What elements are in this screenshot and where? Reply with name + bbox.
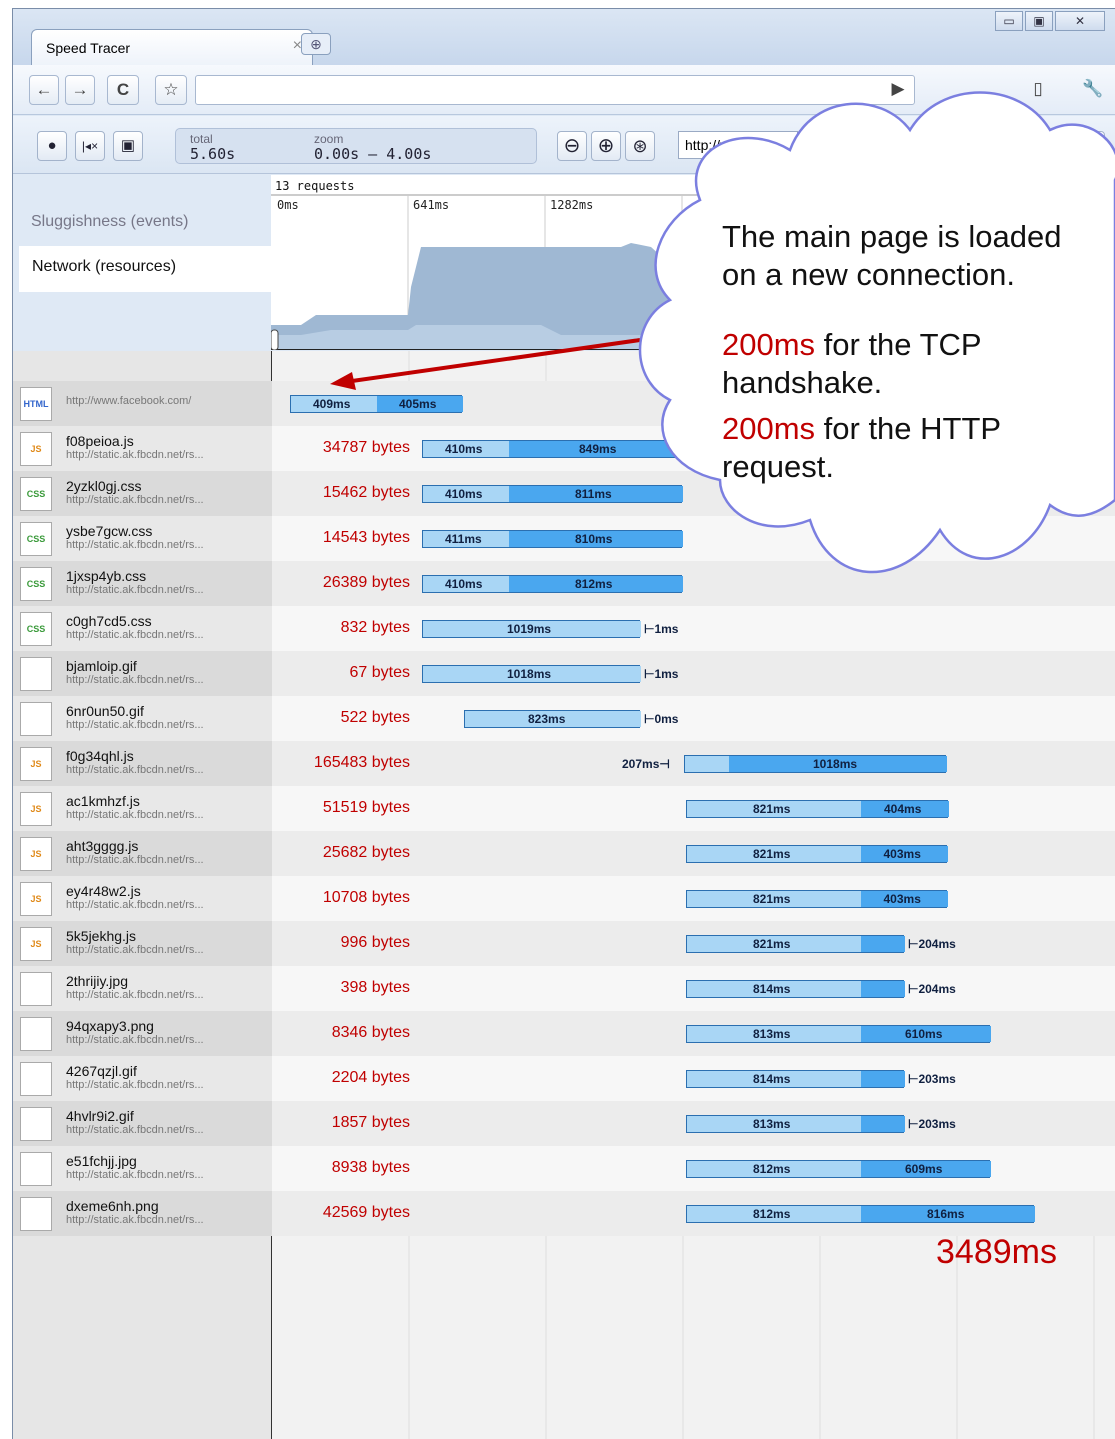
cloud-red-tcp: 200ms	[722, 327, 816, 362]
cloud-tcp-text: for the TCP	[815, 327, 982, 362]
cloud-line-1: The main page is loaded	[722, 219, 1062, 254]
cloud-line-2: on a new connection.	[722, 257, 1015, 292]
cloud-http-text: for the HTTP	[815, 411, 1002, 446]
annotation-cloud	[638, 91, 1115, 574]
cloud-line-5: 200ms for the HTTP	[722, 410, 1001, 448]
cloud-line-3: 200ms for the TCP	[722, 326, 982, 364]
cloud-red-http: 200ms	[722, 411, 816, 446]
cloud-line-4: handshake.	[722, 365, 883, 400]
cloud-line-6: request.	[722, 449, 835, 484]
